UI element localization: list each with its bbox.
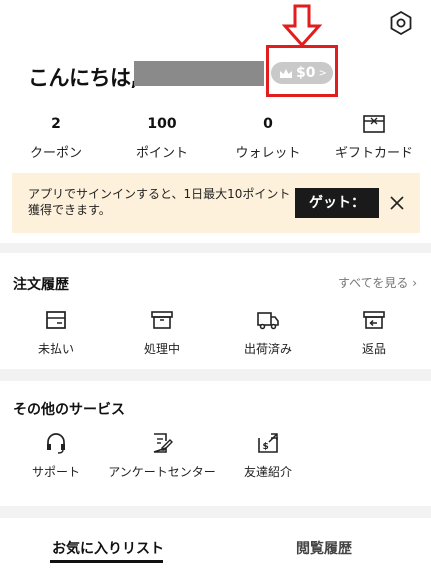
see-all-link[interactable]: すべてを見る › xyxy=(338,274,417,291)
promo-message: アプリでサインインすると、1日最大10ポイント獲得できます。 xyxy=(28,187,291,217)
truck-icon xyxy=(257,312,279,330)
stat-label: ポイント xyxy=(135,146,188,161)
order-label: 未払い xyxy=(37,342,74,356)
gift-card-icon xyxy=(324,114,424,134)
return-box-icon xyxy=(363,311,385,329)
svg-text:$: $ xyxy=(263,442,269,452)
stat-value: 0 xyxy=(263,116,273,132)
annotation-highlight-box xyxy=(266,45,338,97)
stat-coupons[interactable]: 2 クーポン xyxy=(6,114,106,161)
order-returns[interactable]: 返品 xyxy=(319,308,429,358)
get-points-button[interactable]: ゲット： xyxy=(295,188,379,218)
service-label: サポート xyxy=(31,465,80,479)
stat-label: ギフトカード xyxy=(334,146,413,161)
tab-browsing-history[interactable]: 閲覧履歴 xyxy=(296,538,352,558)
greeting-text: こんにちは, xyxy=(28,66,138,90)
account-stats: 2 クーポン 100 ポイント 0 ウォレット ギフトカード xyxy=(0,114,431,164)
red-arrow-down-icon xyxy=(282,4,322,48)
list-tabs: お気に入りリスト 閲覧履歴 xyxy=(0,518,431,575)
order-history-title: 注文履歴 xyxy=(13,277,69,293)
stat-label: クーポン xyxy=(29,146,82,161)
stat-points[interactable]: 100 ポイント xyxy=(112,114,212,161)
stat-wallet[interactable]: 0 ウォレット xyxy=(218,114,318,161)
service-support[interactable]: サポート xyxy=(1,431,111,481)
stat-value: 100 xyxy=(147,116,177,132)
survey-icon xyxy=(153,433,173,453)
box-icon xyxy=(151,311,173,329)
service-label: アンケートセンター xyxy=(108,465,216,479)
order-unpaid[interactable]: 未払い xyxy=(1,308,111,358)
active-tab-indicator xyxy=(50,560,163,563)
order-history-card: 注文履歴 すべてを見る › 未払い 処理中 出荷済み 返品 xyxy=(0,253,431,369)
gear-icon[interactable] xyxy=(388,10,414,36)
redacted-username xyxy=(134,61,264,86)
order-label: 出荷済み xyxy=(243,342,292,356)
wallet-icon xyxy=(46,311,66,329)
invite-icon: $ xyxy=(258,433,278,453)
stat-value: 2 xyxy=(51,116,61,132)
other-services-title: その他のサービス xyxy=(13,402,125,418)
service-survey-center[interactable]: アンケートセンター xyxy=(107,431,217,481)
service-refer-friend[interactable]: $ 友達紹介 xyxy=(213,431,323,481)
order-label: 処理中 xyxy=(143,342,180,356)
order-label: 返品 xyxy=(361,342,386,356)
order-shipped[interactable]: 出荷済み xyxy=(213,308,323,358)
other-services-card: その他のサービス サポート アンケートセンター $ 友達紹介 xyxy=(0,381,431,506)
stat-label: ウォレット xyxy=(235,146,301,161)
headset-icon xyxy=(47,433,65,454)
service-label: 友達紹介 xyxy=(243,465,292,479)
account-header-card: こんにちは, $0 > 2 クーポン 100 ポイント 0 ウォレット ギフトカ… xyxy=(0,0,431,243)
stat-gift-card[interactable]: ギフトカード xyxy=(324,114,424,161)
order-processing[interactable]: 処理中 xyxy=(107,308,217,358)
close-icon[interactable] xyxy=(387,193,407,213)
signin-promo-banner: アプリでサインインすると、1日最大10ポイント獲得できます。 ゲット： xyxy=(12,173,420,233)
tab-favorites[interactable]: お気に入りリスト xyxy=(52,538,164,558)
